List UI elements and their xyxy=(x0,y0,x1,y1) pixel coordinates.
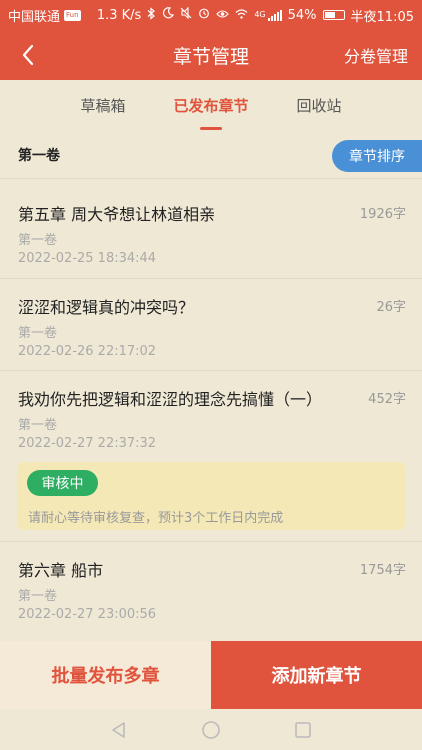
word-count: 452字 xyxy=(368,392,406,407)
tab-bar: 草稿箱 已发布章节 回收站 xyxy=(0,80,422,132)
tab-recycle-bin[interactable]: 回收站 xyxy=(265,80,373,132)
chapter-volume: 第一卷 xyxy=(18,233,58,248)
battery-icon xyxy=(322,10,345,20)
page-title: 章节管理 xyxy=(172,45,249,68)
word-count: 26字 xyxy=(376,300,406,315)
word-count: 1754字 xyxy=(359,563,406,578)
volume-manage-button[interactable]: 分卷管理 xyxy=(344,30,408,80)
chapter-item[interactable]: 第六章 船市 1754字 第一卷 2022-02-27 23:00:56 xyxy=(0,542,422,635)
battery-percent: 54% xyxy=(287,7,317,23)
volume-label: 第一卷 xyxy=(18,148,60,164)
volume-header: 第一卷 章节排序 xyxy=(0,132,422,179)
chapter-date: 2022-02-27 23:00:56 xyxy=(18,607,157,622)
add-chapter-button[interactable]: 添加新章节 xyxy=(211,641,422,709)
square-recent-icon[interactable] xyxy=(292,719,314,741)
review-status-badge: 审核中 xyxy=(27,470,98,496)
chapter-title: 涩涩和逻辑真的冲突吗？ xyxy=(18,298,195,317)
chapter-date: 2022-02-26 22:17:02 xyxy=(18,344,157,359)
batch-publish-button[interactable]: 批量发布多章 xyxy=(0,641,211,709)
network-type: 4G xyxy=(254,10,266,19)
chapter-volume: 第一卷 xyxy=(18,326,58,341)
tab-drafts[interactable]: 草稿箱 xyxy=(49,80,157,132)
chapter-volume: 第一卷 xyxy=(18,418,58,433)
chapter-item[interactable]: 涩涩和逻辑真的冲突吗？ 26字 第一卷 2022-02-26 22:17:02 xyxy=(0,279,422,371)
chapter-volume: 第一卷 xyxy=(18,589,58,604)
eye-icon xyxy=(216,8,230,23)
status-bar: 中国联通 Fun 1.3 K/s 4G 54% 半夜11:05 xyxy=(0,0,422,30)
alarm-icon xyxy=(198,7,210,23)
app-header: 章节管理 分卷管理 xyxy=(0,30,422,80)
review-notice: 审核中 请耐心等待审核复查，预计3个工作日内完成 xyxy=(17,462,405,530)
chapter-date: 2022-02-25 18:34:44 xyxy=(18,251,157,266)
wifi-icon xyxy=(235,8,248,23)
chapter-list: 第五章 周大爷想让林道相亲 1926字 第一卷 2022-02-25 18:34… xyxy=(0,186,422,635)
tab-published[interactable]: 已发布章节 xyxy=(157,80,265,132)
triangle-back-icon[interactable] xyxy=(108,719,130,741)
chapter-title: 我劝你先把逻辑和涩涩的理念先搞懂（一） xyxy=(18,390,323,409)
word-count: 1926字 xyxy=(359,207,406,222)
chapter-title: 第六章 船市 xyxy=(18,561,104,580)
carrier-label: 中国联通 xyxy=(8,9,61,25)
bottom-action-bar: 批量发布多章 添加新章节 xyxy=(0,641,422,709)
sms-badge: Fun xyxy=(64,9,81,21)
chapter-item[interactable]: 第五章 周大爷想让林道相亲 1926字 第一卷 2022-02-25 18:34… xyxy=(0,186,422,279)
signal-icon xyxy=(267,9,282,21)
chapter-title: 第五章 周大爷想让林道相亲 xyxy=(18,205,216,224)
chapter-sort-button[interactable]: 章节排序 xyxy=(332,140,422,172)
back-arrow-icon[interactable] xyxy=(14,40,42,70)
chapter-date: 2022-02-27 22:37:32 xyxy=(18,436,157,451)
circle-home-icon[interactable] xyxy=(200,719,222,741)
review-message: 请耐心等待审核复查，预计3个工作日内完成 xyxy=(28,511,284,526)
mute-icon xyxy=(180,6,192,23)
moon-icon xyxy=(162,7,175,23)
network-speed: 1.3 K/s xyxy=(96,7,142,23)
clock: 半夜11:05 xyxy=(350,9,414,25)
system-nav-bar xyxy=(0,709,422,750)
bluetooth-icon xyxy=(147,6,156,24)
